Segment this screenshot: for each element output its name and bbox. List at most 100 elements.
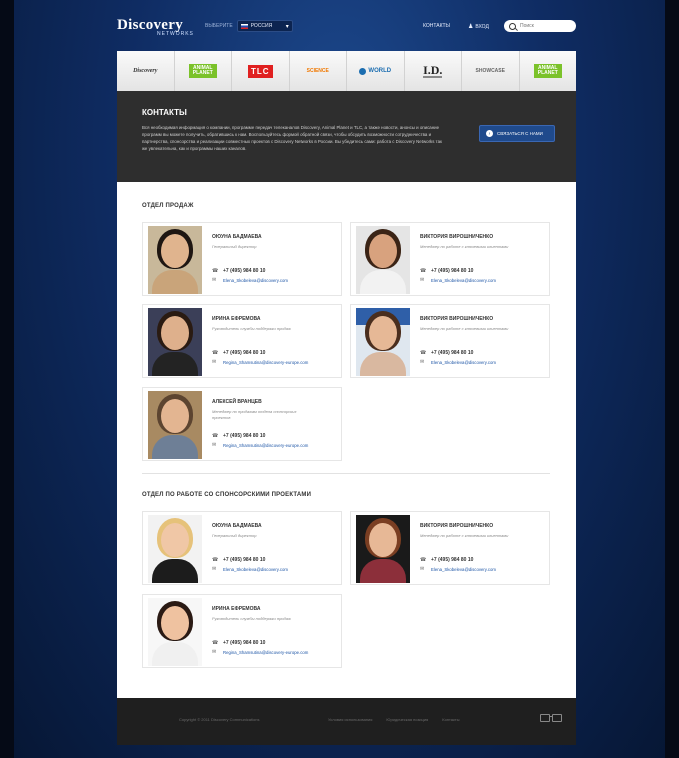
channel-animal-planet[interactable]: ANIMAL PLANET: [175, 51, 232, 91]
contact-name: ОЮУНА БАДМАЕВА: [212, 234, 262, 240]
contact-card: ИРИНА ЕФРЕМОВА Руководитель службы подде…: [142, 304, 342, 378]
sponsor-section-title: ОТДЕЛ ПО РАБОТЕ СО СПОНСОРСКИМИ ПРОЕКТАМ…: [142, 492, 312, 498]
channel-science-logo: SCIENCE: [306, 68, 329, 74]
phone-icon: ☎: [212, 350, 219, 356]
sales-section-title: ОТДЕЛ ПРОДАЖ: [142, 203, 194, 209]
phone-icon: ☎: [420, 350, 427, 356]
contact-role: Руководитель службы поддержки продаж: [212, 326, 291, 331]
user-icon: ♟: [467, 24, 474, 30]
contact-phone: +7 (495) 984 80 10: [223, 268, 266, 274]
footer-link-legal[interactable]: Юридическая позиция: [386, 717, 428, 722]
channel-showcase[interactable]: SHOWCASE: [462, 51, 520, 91]
frame-edge-right: [665, 0, 679, 758]
contact-name: АЛЕКСЕЙ ВРАНЦЕВ: [212, 399, 262, 405]
contact-phone: +7 (495) 984 80 10: [223, 557, 266, 563]
contact-name: ОЮУНА БАДМАЕВА: [212, 523, 262, 529]
contact-us-label: СВЯЗАТЬСЯ С НАМИ: [497, 131, 543, 136]
mail-icon: ✉: [420, 359, 425, 365]
channel-animal-planet-hd[interactable]: ANIMAL PLANET: [520, 51, 577, 91]
contact-card: ИРИНА ЕФРЕМОВА Руководитель службы подде…: [142, 594, 342, 668]
contact-photo: [148, 226, 202, 294]
contact-email[interactable]: Regina_Shamsutina@discovery-europe.com: [223, 650, 308, 655]
contact-photo: [356, 226, 410, 294]
frame-edge-left: [0, 0, 14, 758]
contact-role: Менеджер по работе с ключевыми клиентами: [420, 244, 509, 249]
contact-card: ОЮУНА БАДМАЕВА Генеральный директор ☎ +7 …: [142, 222, 342, 296]
contact-photo: [356, 515, 410, 583]
channel-tlc[interactable]: TLC: [232, 51, 290, 91]
site-header: Discovery NETWORKS ВЫБЕРИТЕ РОССИЯ ▾ КОН…: [117, 12, 576, 42]
contact-email[interactable]: Regina_Shamsutina@discovery-europe.com: [223, 360, 308, 365]
login-label: ВХОД: [475, 24, 489, 30]
mail-icon: ✉: [212, 442, 217, 448]
channel-discovery[interactable]: Discovery: [117, 51, 175, 91]
contact-role: Генеральный директор: [212, 533, 257, 538]
phone-icon: ☎: [212, 557, 219, 563]
chevron-down-icon: ▾: [285, 23, 289, 30]
channel-world[interactable]: WORLD: [347, 51, 405, 91]
contact-email[interactable]: Elena_Skobeleva@discovery.com: [431, 360, 496, 365]
search-input[interactable]: [520, 23, 572, 29]
footer-link-contacts[interactable]: Контакты: [442, 717, 459, 722]
globe-icon: [359, 67, 367, 75]
footer-nav: Условия использования Юридическая позици…: [328, 717, 460, 722]
arrow-right-icon: ›: [486, 130, 493, 137]
phone-icon: ☎: [212, 268, 219, 274]
search-icon[interactable]: [509, 22, 516, 30]
contact-card: ВИКТОРИЯ ВИРОШНИЧЕНКО Менеджер по работе…: [350, 304, 550, 378]
glasses-icon[interactable]: [540, 714, 562, 722]
channel-world-logo: WORLD: [368, 68, 392, 74]
country-dropdown[interactable]: РОССИЯ ▾: [236, 20, 293, 32]
contact-email[interactable]: Elena_Skobeleva@discovery.com: [431, 567, 496, 572]
banner-description: Вся необходимая информация о компании, п…: [142, 125, 442, 151]
channel-discovery-logo: Discovery: [133, 68, 158, 74]
mail-icon: ✉: [212, 566, 217, 572]
contact-card: ОЮУНА БАДМАЕВА Генеральный директор ☎ +7 …: [142, 511, 342, 585]
discovery-logo[interactable]: Discovery NETWORKS: [117, 16, 193, 37]
contact-phone: +7 (495) 984 80 10: [431, 350, 474, 356]
contact-card: ВИКТОРИЯ ВИРОШНИЧЕНКО Менеджер по работе…: [350, 222, 550, 296]
contact-photo: [148, 308, 202, 376]
phone-icon: ☎: [420, 557, 427, 563]
contact-phone: +7 (495) 984 80 10: [223, 433, 266, 439]
footer-link-terms[interactable]: Условия использования: [328, 717, 372, 722]
contact-name: ИРИНА ЕФРЕМОВА: [212, 316, 261, 322]
mail-icon: ✉: [420, 277, 425, 283]
channel-id[interactable]: I.D.: [405, 51, 462, 91]
contact-name: ВИКТОРИЯ ВИРОШНИЧЕНКО: [420, 316, 494, 322]
login-link[interactable]: ♟ ВХОД: [468, 23, 489, 30]
country-value: РОССИЯ: [250, 23, 273, 29]
contact-email[interactable]: Elena_Skobeleva@discovery.com: [431, 278, 496, 283]
mail-icon: ✉: [212, 277, 217, 283]
country-label: ВЫБЕРИТЕ: [205, 23, 233, 29]
contact-email[interactable]: Regina_Shamsutina@discovery-europe.com: [223, 443, 308, 448]
contacts-link[interactable]: КОНТАКТЫ: [423, 23, 450, 30]
mail-icon: ✉: [212, 359, 217, 365]
contact-role: Генеральный директор: [212, 244, 257, 249]
contact-phone: +7 (495) 984 80 10: [431, 268, 474, 274]
contact-name: ВИКТОРИЯ ВИРОШНИЧЕНКО: [420, 523, 494, 529]
channel-animal-planet-hd-logo: ANIMAL PLANET: [533, 64, 562, 78]
channel-showcase-logo: SHOWCASE: [475, 68, 505, 74]
contact-us-button[interactable]: › СВЯЗАТЬСЯ С НАМИ: [479, 125, 555, 142]
main-content: ОТДЕЛ ПРОДАЖ ОЮУНА БАДМАЕВА Генеральный …: [117, 182, 576, 698]
channel-strip: Discovery ANIMAL PLANET TLC SCIENCE WORL…: [117, 51, 576, 91]
contact-email[interactable]: Elena_Skobeleva@discovery.com: [223, 278, 288, 283]
contacts-banner: КОНТАКТЫ Вся необходимая информация о ко…: [117, 91, 576, 182]
contact-name: ИРИНА ЕФРЕМОВА: [212, 606, 261, 612]
top-nav: КОНТАКТЫ ♟ ВХОД: [423, 23, 489, 30]
contact-phone: +7 (495) 984 80 10: [223, 640, 266, 646]
contact-phone: +7 (495) 984 80 10: [223, 350, 266, 356]
contact-photo: [148, 598, 202, 666]
logo-subtext: NETWORKS: [157, 31, 194, 37]
channel-tlc-logo: TLC: [247, 64, 273, 78]
contact-card: ВИКТОРИЯ ВИРОШНИЧЕНКО Менеджер по работе…: [350, 511, 550, 585]
channel-animal-planet-logo: ANIMAL PLANET: [188, 64, 217, 78]
contact-name: ВИКТОРИЯ ВИРОШНИЧЕНКО: [420, 234, 494, 240]
contact-role: Менеджер по работе с ключевыми клиентами: [420, 533, 509, 538]
search-box: [504, 20, 576, 32]
channel-science[interactable]: SCIENCE: [290, 51, 347, 91]
contact-email[interactable]: Elena_Skobeleva@discovery.com: [223, 567, 288, 572]
contact-phone: +7 (495) 984 80 10: [431, 557, 474, 563]
russia-flag-icon: [240, 23, 248, 29]
